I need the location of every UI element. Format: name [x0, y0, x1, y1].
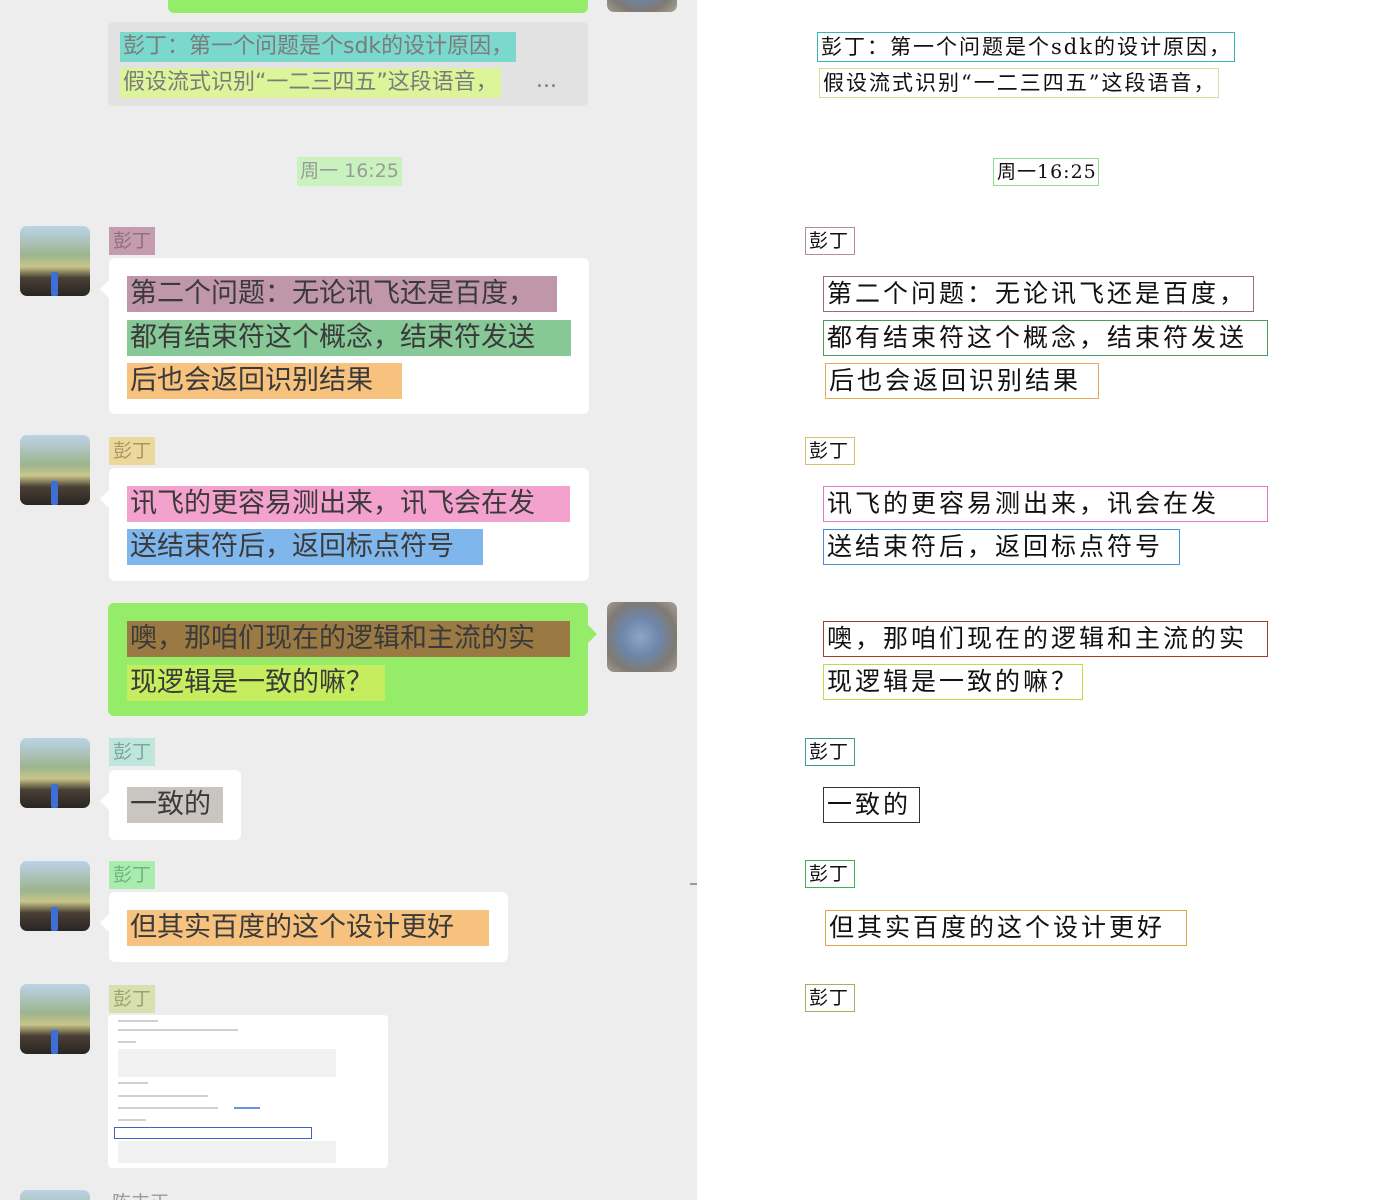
quote-line-1: 彭丁：第一个问题是个sdk的设计原因，: [120, 32, 517, 62]
ocr-quote-line-1: 彭丁：第一个问题是个sdk的设计原因，: [817, 32, 1235, 62]
message-2-line-1: 讯飞的更容易测出来，讯飞会在发: [127, 486, 570, 522]
peer-avatar-5[interactable]: [20, 861, 90, 931]
ocr-sender-3: 彭丁: [805, 738, 855, 766]
peer-avatar-4[interactable]: [20, 738, 90, 808]
quote-ellipsis: ...: [536, 68, 557, 93]
ocr-sender-5: 彭丁: [805, 984, 855, 1012]
ocr-timestamp: 周一16:25: [993, 158, 1099, 186]
message-5-line-1: 但其实百度的这个设计更好: [127, 910, 489, 946]
sender-name-5: 彭丁: [109, 861, 156, 889]
sender-name-2: 彭丁: [109, 437, 156, 465]
message-1-line-1: 第二个问题：无论讯飞还是百度，: [127, 276, 557, 312]
ocr-msg1-line2: 都有结束符这个概念，结束符发送: [823, 320, 1268, 356]
ocr-msg4-line1: 一致的: [823, 787, 920, 823]
message-2-line-2: 送结束符后，返回标点符号: [127, 529, 483, 565]
message-1-line-3: 后也会返回识别结果: [127, 363, 402, 399]
ocr-quote-line-2: 假设流式识别“一二三四五”这段语音，: [819, 68, 1219, 98]
chat-timestamp: 周一 16:25: [297, 157, 402, 186]
sender-name-1: 彭丁: [109, 227, 156, 255]
self-avatar[interactable]: [607, 602, 677, 672]
ocr-sender-1: 彭丁: [805, 227, 855, 255]
quoted-message[interactable]: 彭丁：第一个问题是个sdk的设计原因， 假设流式识别“一二三四五”这段语音，: [108, 22, 588, 106]
previous-bubble[interactable]: [168, 0, 588, 13]
chat-pane: 彭丁：第一个问题是个sdk的设计原因， 假设流式识别“一二三四五”这段语音， .…: [0, 0, 697, 1200]
ocr-msg1-line1: 第二个问题：无论讯飞还是百度，: [823, 276, 1254, 312]
peer-avatar-7[interactable]: [20, 1190, 90, 1200]
message-4-line-1: 一致的: [127, 787, 223, 823]
sender-name-4: 彭丁: [109, 738, 156, 766]
ocr-msg1-line3: 后也会返回识别结果: [825, 363, 1099, 399]
message-3-line-1: 噢，那咱们现在的逻辑和主流的实: [127, 621, 570, 657]
ocr-sender-2: 彭丁: [805, 437, 855, 465]
pane-divider[interactable]: [690, 883, 697, 885]
ocr-msg2-line1: 讯飞的更容易测出来，讯会在发: [823, 486, 1268, 522]
peer-avatar-1[interactable]: [20, 226, 90, 296]
quote-line-2: 假设流式识别“一二三四五”这段语音，: [120, 68, 501, 98]
ocr-msg2-line2: 送结束符后，返回标点符号: [823, 529, 1180, 565]
sender-name-6: 彭丁: [109, 985, 156, 1013]
chat-image-thumbnail[interactable]: [108, 1015, 388, 1168]
ocr-sender-4: 彭丁: [805, 860, 855, 888]
ocr-pane: 彭丁：第一个问题是个sdk的设计原因， 假设流式识别“一二三四五”这段语音， 周…: [697, 0, 1394, 1200]
ocr-msg3-line2: 现逻辑是一致的嘛？: [823, 664, 1083, 700]
message-1-line-2: 都有结束符这个概念，结束符发送: [127, 320, 571, 356]
peer-avatar-2[interactable]: [20, 435, 90, 505]
ocr-msg5-line1: 但其实百度的这个设计更好: [825, 910, 1187, 946]
message-3-line-2: 现逻辑是一致的嘛？: [127, 665, 385, 701]
footer-sender: 陈丰正: [112, 1189, 169, 1200]
ocr-msg3-line1: 噢，那咱们现在的逻辑和主流的实: [823, 621, 1268, 657]
peer-avatar-6[interactable]: [20, 984, 90, 1054]
self-avatar-previous[interactable]: [607, 0, 677, 12]
